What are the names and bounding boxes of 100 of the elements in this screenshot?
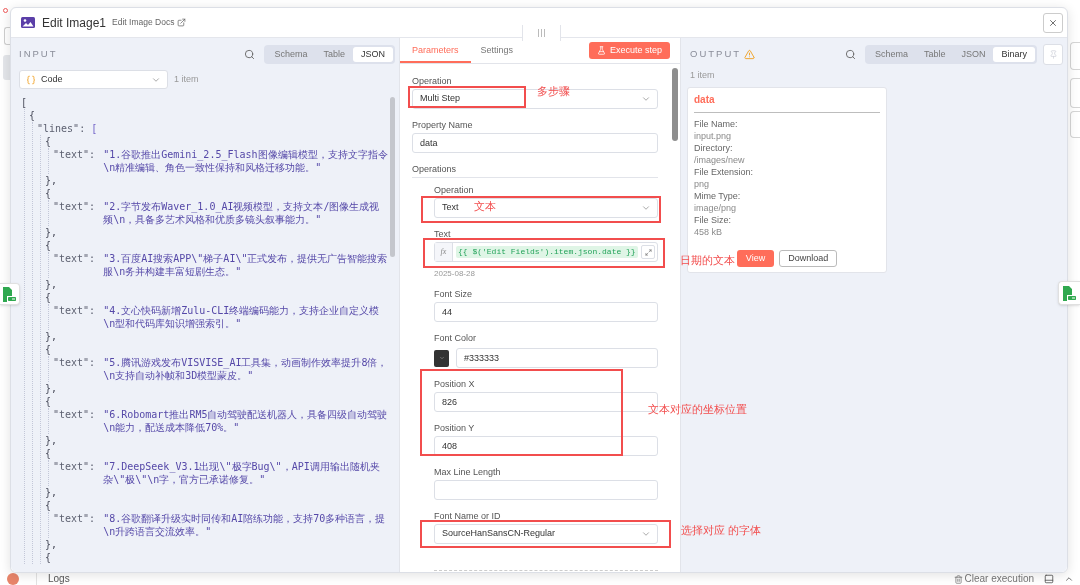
canvas-node[interactable] — [3, 55, 10, 80]
dialog-title: Edit Image1 — [42, 15, 107, 30]
field-label: Position X — [434, 379, 475, 389]
view-tab[interactable]: Table — [915, 47, 954, 62]
view-tab[interactable]: Schema — [866, 47, 916, 62]
scrollbar-thumb[interactable] — [390, 97, 395, 257]
dropdown-select[interactable]: SourceHanSansCN-Regular — [434, 524, 658, 544]
json-bracket: }, — [45, 174, 58, 187]
json-key: "text": — [53, 356, 96, 382]
field-label: Max Line Length — [434, 467, 501, 477]
chevron-down-icon — [641, 203, 651, 213]
braces-icon — [26, 74, 36, 85]
grip-icon — [538, 29, 545, 37]
pin-icon — [1048, 50, 1058, 59]
view-tab[interactable]: JSON — [353, 47, 393, 62]
field-label: Font Name or ID — [434, 511, 501, 521]
text-input[interactable]: 408 — [434, 436, 658, 456]
json-key: "text": — [53, 512, 96, 538]
text-input[interactable]: 44 — [434, 302, 658, 322]
fx-prefix: fx — [435, 243, 453, 261]
panel-tab[interactable]: Settings — [470, 38, 524, 63]
expression-code: {{ $('Edit Fields').item.json.date }} — [456, 246, 638, 258]
property-label: Mime Type: — [694, 190, 741, 202]
image-icon — [21, 17, 35, 28]
clear-execution-button[interactable]: Clear execution — [953, 573, 1034, 585]
json-bracket: }, — [45, 330, 58, 343]
section-title: Operations — [412, 164, 457, 174]
property-value: png — [694, 178, 710, 190]
json-bracket: [ — [91, 122, 98, 135]
canvas-node[interactable] — [1070, 111, 1080, 138]
node-select[interactable]: Code — [19, 70, 168, 89]
logs-label[interactable]: Logs — [48, 573, 70, 585]
docs-link[interactable]: Edit Image Docs — [112, 16, 187, 29]
annotation-label: 文本 — [474, 200, 496, 213]
close-icon — [1048, 17, 1058, 28]
search-icon[interactable] — [244, 49, 256, 60]
annotation-label: 选择对应 的字体 — [681, 524, 762, 537]
color-swatch[interactable] — [434, 349, 449, 367]
trash-icon — [953, 574, 963, 584]
json-bracket: { — [45, 551, 52, 564]
property-label: File Extension: — [694, 166, 754, 178]
canvas-node[interactable] — [1070, 78, 1080, 108]
field-label: Text — [434, 229, 451, 239]
chevron-down-icon — [438, 355, 445, 361]
json-string-value: "6.Robomart推出RM5自动驾驶配送机器人，具备四级自动驾驶\n能力，配送成本降低70%。" — [103, 408, 388, 434]
expand-button[interactable] — [641, 245, 655, 259]
scrollbar-thumb[interactable] — [672, 68, 678, 141]
property-value: /images/new — [694, 154, 745, 166]
json-bracket: { — [29, 109, 36, 122]
text-input[interactable] — [434, 480, 658, 500]
field-label: Operation — [412, 76, 452, 86]
panel-icon[interactable] — [1044, 574, 1054, 584]
json-bracket: { — [45, 447, 52, 460]
json-bracket: { — [45, 499, 52, 512]
json-bracket: }, — [45, 226, 58, 239]
json-string-value: "3.百度AI搜索APP\"梯子AI\"正式发布，提供无广告智能搜索服\n务并构建丰富短剧生态。" — [103, 252, 388, 278]
json-string-value: "7.DeepSeek_V3.1出现\"极字Bug\"，API调用输出随机夹杂\"极\"\n字，官方已承诺修复。" — [103, 460, 381, 486]
document-icon — [3, 286, 16, 302]
view-tab[interactable]: Binary — [993, 47, 1035, 62]
view-tab[interactable]: Schema — [266, 47, 316, 62]
color-input[interactable]: #333333 — [456, 348, 658, 368]
field-label: Position Y — [434, 423, 475, 433]
json-key: "text": — [53, 148, 96, 174]
expression-result: 2025-08-28 — [434, 269, 475, 278]
annotation-label: 日期的文本 — [680, 254, 735, 267]
canvas-node[interactable] — [1070, 42, 1080, 70]
json-bracket: }, — [45, 382, 58, 395]
json-string-value: "8.谷歌翻译升级实时同传和AI陪练功能，支持70多种语言，提\n升跨语言交流效率。" — [103, 512, 387, 538]
json-bracket: { — [45, 291, 52, 304]
chevron-up-icon[interactable] — [1064, 574, 1074, 584]
panel-title: INPUT — [19, 47, 58, 62]
json-bracket: { — [45, 135, 52, 148]
panel-title: OUTPUT — [690, 47, 742, 62]
node-button[interactable] — [1058, 281, 1080, 305]
search-icon[interactable] — [844, 49, 856, 60]
node-button[interactable] — [0, 283, 20, 305]
view-tab[interactable]: JSON — [953, 47, 994, 62]
flask-icon — [596, 46, 606, 55]
property-label: File Size: — [694, 214, 731, 226]
json-bracket: }, — [45, 538, 58, 551]
json-key: "text": — [53, 252, 96, 278]
json-key: "text": — [53, 408, 96, 434]
json-key: "text": — [53, 200, 96, 226]
json-bracket: }, — [45, 434, 58, 447]
document-icon — [1063, 285, 1076, 301]
text-input[interactable]: data — [412, 133, 658, 153]
property-label: Directory: — [694, 142, 733, 154]
item-count: 1 item — [689, 70, 715, 80]
close-button[interactable] — [1043, 12, 1063, 33]
json-string-value: "2.字节发布Waver_1.0_AI视频模型，支持文本/图像生成视频\n，具备多艺术风格和优质多镜头叙事能力。" — [103, 200, 381, 226]
json-key: "text": — [53, 460, 96, 486]
property-label: File Name: — [694, 118, 738, 130]
expression-field[interactable]: fx {{ $('Edit Fields').item.json.date }} — [434, 242, 658, 262]
json-key: "lines": — [37, 122, 86, 135]
view-tab[interactable]: Table — [315, 47, 353, 62]
field-label: Font Color — [434, 333, 477, 343]
expand-icon — [644, 248, 652, 256]
external-link-icon — [177, 18, 187, 27]
download-button[interactable]: Download — [779, 250, 838, 267]
json-bracket: [ — [21, 96, 28, 109]
